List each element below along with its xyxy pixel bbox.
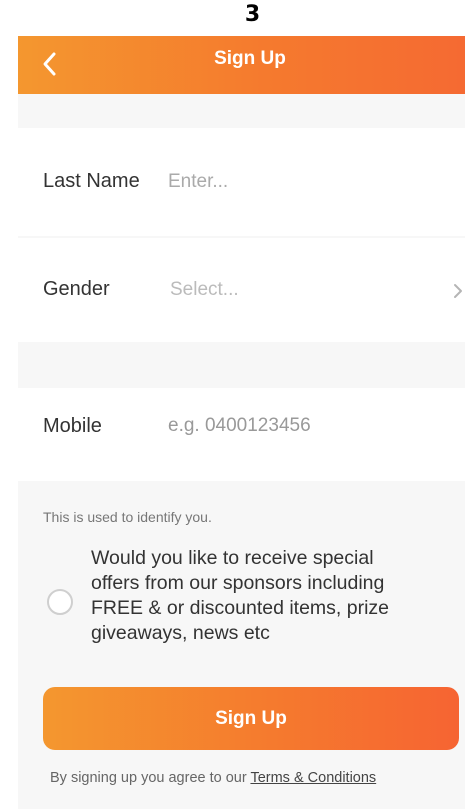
phone-screen: Sign Up Last Name Enter... Gender Select…: [18, 36, 465, 809]
gender-label: Gender: [43, 278, 110, 300]
page: 3 Sign Up Last Name Enter... Gender Sele…: [0, 0, 465, 809]
opt-in-radio[interactable]: [47, 589, 73, 615]
opt-in-line: FREE & or discounted items, prize: [91, 597, 390, 619]
sign-up-button[interactable]: Sign Up: [43, 687, 459, 750]
terms-link[interactable]: Terms & Conditions: [250, 770, 376, 786]
sponsor-opt-in[interactable]: Would you like to receive special offers…: [43, 546, 453, 666]
mobile-field[interactable]: Mobile e.g. 0400123456: [18, 388, 465, 481]
mobile-input[interactable]: e.g. 0400123456: [168, 415, 311, 437]
chevron-right-icon: [451, 282, 465, 300]
opt-in-line: giveaways, news etc: [91, 622, 270, 644]
last-name-field[interactable]: Last Name Enter...: [18, 128, 465, 236]
step-number: 3: [244, 2, 261, 27]
page-title: Sign Up: [214, 48, 286, 69]
mobile-helper-text: This is used to identify you.: [43, 509, 212, 525]
opt-in-line: offers from our sponsors including: [91, 572, 385, 594]
last-name-label: Last Name: [43, 170, 140, 192]
opt-in-text: Would you like to receive special offers…: [91, 546, 451, 646]
terms-prefix: By signing up you agree to our: [50, 770, 251, 786]
last-name-input[interactable]: Enter...: [168, 171, 228, 193]
header-bar: Sign Up: [18, 36, 465, 94]
gender-select[interactable]: Gender Select...: [18, 238, 465, 342]
mobile-label: Mobile: [43, 415, 102, 437]
terms-notice: By signing up you agree to our Terms & C…: [50, 770, 460, 786]
gender-select-value[interactable]: Select...: [170, 279, 239, 301]
opt-in-line: Would you like to receive special: [91, 547, 374, 569]
